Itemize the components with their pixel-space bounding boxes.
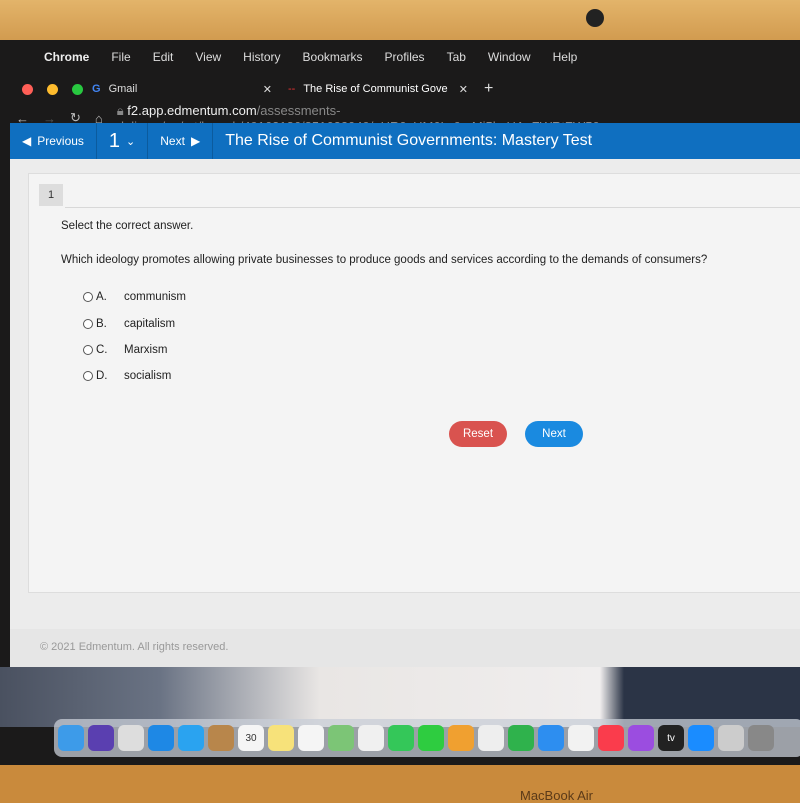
- option-letter: C.: [96, 344, 108, 356]
- chevron-down-icon: ⌄: [126, 135, 136, 148]
- tab-strip: G Gmail ✕ -- The Rise of Communist Gove ✕ +: [0, 74, 800, 104]
- desktop-wallpaper: [0, 667, 800, 727]
- pages-icon[interactable]: [448, 725, 474, 751]
- reminders-icon[interactable]: [298, 725, 324, 751]
- previous-button[interactable]: ◀︎ Previous: [10, 123, 97, 159]
- messages-icon[interactable]: [388, 725, 414, 751]
- menu-view[interactable]: View: [195, 50, 221, 64]
- page-title: The Rise of Communist Governments: Maste…: [225, 132, 593, 149]
- radio-button[interactable]: [83, 345, 93, 355]
- option-text: communism: [124, 291, 186, 303]
- next-nav-button[interactable]: Next ▶︎: [148, 123, 214, 159]
- close-tab-icon[interactable]: ✕: [263, 83, 272, 96]
- tv-icon[interactable]: tv: [658, 725, 684, 751]
- reset-button[interactable]: Reset: [449, 421, 507, 447]
- next-button[interactable]: Next: [525, 421, 583, 447]
- podcasts-icon[interactable]: [628, 725, 654, 751]
- question-selector[interactable]: 1 ⌄: [97, 123, 149, 159]
- mail-icon[interactable]: [178, 725, 204, 751]
- app-store-icon[interactable]: [688, 725, 714, 751]
- maximize-window-button[interactable]: [72, 83, 83, 95]
- menu-profiles[interactable]: Profiles: [385, 50, 425, 64]
- option-b[interactable]: B. capitalism: [83, 318, 175, 330]
- siri-icon[interactable]: [88, 725, 114, 751]
- option-letter: A.: [96, 291, 107, 303]
- news-icon[interactable]: [568, 725, 594, 751]
- question-text: Which ideology promotes allowing private…: [61, 254, 708, 266]
- option-letter: B.: [96, 318, 107, 330]
- tab-title: The Rise of Communist Gove: [303, 83, 448, 95]
- menu-help[interactable]: Help: [553, 50, 578, 64]
- chrome-icon[interactable]: [478, 725, 504, 751]
- photos-icon[interactable]: [358, 725, 384, 751]
- maps-icon[interactable]: [328, 725, 354, 751]
- close-tab-icon[interactable]: ✕: [459, 83, 468, 96]
- menu-file[interactable]: File: [111, 50, 130, 64]
- tab-title: Gmail: [108, 83, 138, 95]
- option-letter: D.: [96, 370, 108, 382]
- option-text: capitalism: [124, 318, 176, 330]
- chevron-right-icon: ▶︎: [190, 134, 201, 148]
- dock: 30 tv: [54, 719, 800, 757]
- chevron-left-icon: ◀︎: [22, 134, 32, 148]
- question-number: 1: [108, 129, 121, 152]
- question-number-badge: 1: [39, 184, 63, 206]
- test-navbar: ◀︎ Previous 1 ⌄ Next ▶︎ The Rise of Communi…: [10, 123, 800, 159]
- contacts-icon[interactable]: [208, 725, 234, 751]
- tab-gmail[interactable]: G Gmail ✕: [92, 83, 272, 96]
- radio-button[interactable]: [83, 371, 93, 381]
- lock-icon: 🔒︎: [116, 102, 128, 118]
- google-icon: G: [92, 83, 101, 95]
- menu-history[interactable]: History: [243, 50, 280, 64]
- option-text: socialism: [124, 370, 172, 382]
- url-domain: f2.app.edmentum.com: [127, 102, 257, 118]
- minimize-window-button[interactable]: [47, 83, 58, 95]
- tab-favicon: --: [288, 83, 296, 95]
- menu-app-name[interactable]: Chrome: [44, 50, 89, 64]
- numbers-icon[interactable]: [508, 725, 534, 751]
- music-icon[interactable]: [598, 725, 624, 751]
- finder-icon[interactable]: [58, 725, 84, 751]
- radio-button[interactable]: [83, 319, 93, 329]
- footer: © 2021 Edmentum. All rights reserved.: [10, 629, 800, 667]
- menu-bookmarks[interactable]: Bookmarks: [303, 50, 363, 64]
- option-d[interactable]: D. socialism: [83, 370, 171, 382]
- laptop-bezel: [0, 0, 800, 42]
- calculator-icon[interactable]: [718, 725, 744, 751]
- notes-icon[interactable]: [268, 725, 294, 751]
- option-text: Marxism: [124, 344, 168, 356]
- menu-tab[interactable]: Tab: [447, 50, 466, 64]
- camera: [586, 9, 604, 27]
- launchpad-icon[interactable]: [118, 725, 144, 751]
- option-a[interactable]: A. communism: [83, 291, 186, 303]
- option-c[interactable]: C. Marxism: [83, 344, 167, 356]
- hardware-label: MacBook Air: [520, 788, 593, 803]
- previous-label: Previous: [37, 134, 84, 148]
- system-preferences-icon[interactable]: [748, 725, 774, 751]
- mac-menubar: Chrome File Edit View History Bookmarks …: [0, 40, 800, 74]
- menu-edit[interactable]: Edit: [153, 50, 174, 64]
- safari-icon[interactable]: [148, 725, 174, 751]
- new-tab-button[interactable]: +: [484, 80, 493, 98]
- instruction-text: Select the correct answer.: [61, 220, 194, 232]
- keynote-icon[interactable]: [538, 725, 564, 751]
- question-card: 1 Select the correct answer. Which ideol…: [28, 173, 800, 593]
- main-content: 1 Select the correct answer. Which ideol…: [10, 159, 800, 629]
- close-window-button[interactable]: [22, 83, 33, 95]
- calendar-icon[interactable]: 30: [238, 725, 264, 751]
- facetime-icon[interactable]: [418, 725, 444, 751]
- radio-button[interactable]: [83, 292, 93, 302]
- menu-window[interactable]: Window: [488, 50, 531, 64]
- next-label: Next: [160, 134, 185, 148]
- tab-edmentum[interactable]: -- The Rise of Communist Gove ✕: [288, 83, 468, 96]
